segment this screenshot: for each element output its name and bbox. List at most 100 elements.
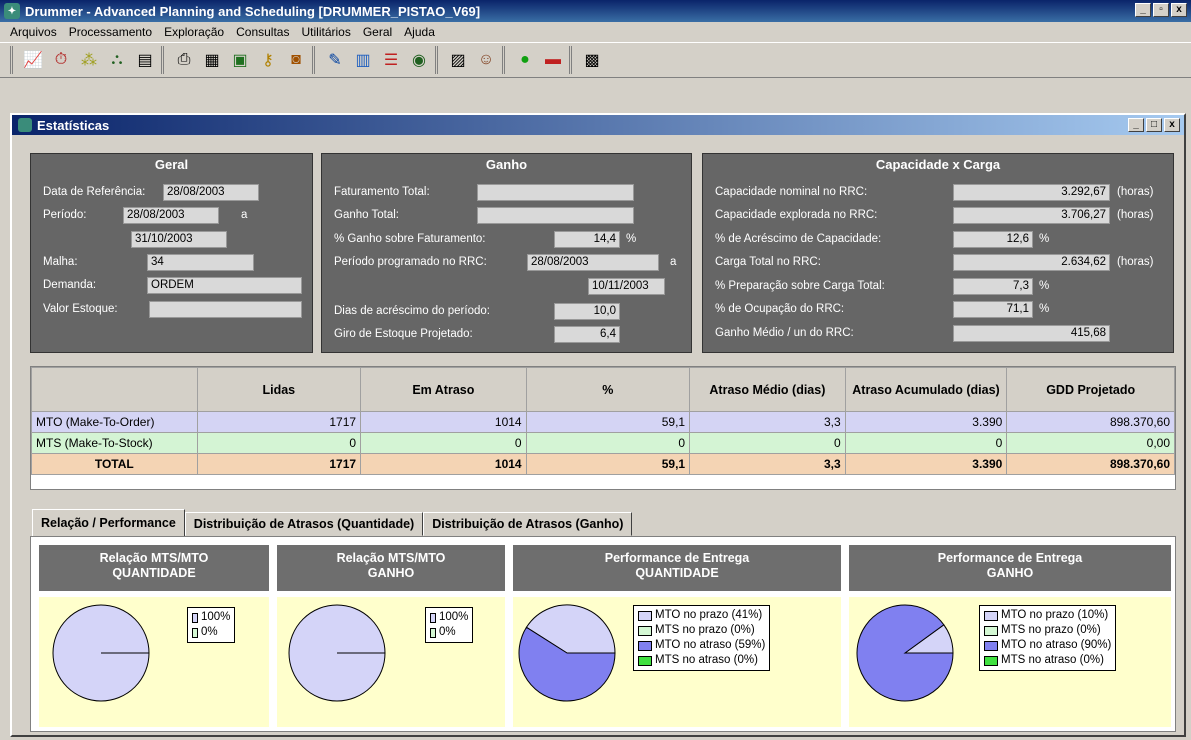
- header-atraso-medio[interactable]: Atraso Médio (dias): [689, 367, 846, 412]
- box-icon[interactable]: ◙: [284, 48, 308, 72]
- child-window-controls: _ □ x: [1128, 118, 1180, 132]
- legend-item: MTS no prazo (0%): [638, 623, 765, 638]
- header-em-atraso[interactable]: Em Atraso: [360, 367, 527, 412]
- table-cell: 1014: [360, 453, 527, 475]
- legend-label: MTO no prazo (10%): [1001, 609, 1109, 621]
- us-flag-icon[interactable]: ▬: [541, 48, 565, 72]
- explorada-unit: (horas): [1117, 209, 1154, 221]
- legend-label: 0%: [439, 626, 456, 638]
- edit-chart-icon[interactable]: ✎: [323, 48, 347, 72]
- close-button[interactable]: x: [1171, 3, 1187, 17]
- app-title-bar: ✦ Drummer - Advanced Planning and Schedu…: [0, 0, 1191, 22]
- calendar-icon[interactable]: ▨: [446, 48, 470, 72]
- chart-relacao-quantidade: Relação MTS/MTO QUANTIDADE 100% 0%: [39, 545, 269, 727]
- hierarchy-icon[interactable]: ⛬: [105, 48, 129, 72]
- periodo-rrc-a-label: a: [670, 256, 677, 268]
- periodo-fim-field: 31/10/2003: [131, 231, 227, 248]
- bar-chart-icon[interactable]: ▥: [351, 48, 375, 72]
- table-header-row: Lidas Em Atraso % Atraso Médio (dias) At…: [31, 367, 1175, 412]
- capacidade-panel: Capacidade x Carga Capacidade nominal no…: [702, 153, 1174, 353]
- legend-item: 100%: [192, 610, 230, 625]
- header-gdd-projetado[interactable]: GDD Projetado: [1006, 367, 1175, 412]
- legend-label: MTS no atraso (0%): [655, 654, 758, 666]
- carga-label: Carga Total no RRC:: [715, 256, 821, 268]
- giro-field: 6,4: [554, 326, 620, 343]
- restore-button[interactable]: ▫: [1153, 3, 1169, 17]
- menu-processamento[interactable]: Processamento: [63, 25, 158, 39]
- chart-title-line2: QUANTIDADE: [635, 566, 719, 580]
- ganho-total-field: [477, 207, 634, 224]
- menu-utilitarios[interactable]: Utilitários: [295, 25, 356, 39]
- menu-consultas[interactable]: Consultas: [230, 25, 295, 39]
- legend-label: 100%: [201, 611, 231, 623]
- chart-legend: MTO no prazo (41%) MTS no prazo (0%) MTO…: [633, 605, 771, 671]
- table-row-total[interactable]: TOTAL 1717 1014 59,1 3,3 3.390 898.370,6…: [31, 453, 1175, 475]
- users-icon[interactable]: ☺: [474, 48, 498, 72]
- acrescimo-field: 12,6: [953, 231, 1033, 248]
- network-icon[interactable]: ⁂: [77, 48, 101, 72]
- ganho-medio-field: 415,68: [953, 325, 1110, 342]
- chart-line-icon[interactable]: 📈: [21, 48, 45, 72]
- menu-arquivos[interactable]: Arquivos: [4, 25, 63, 39]
- table-row-mto[interactable]: MTO (Make-To-Order) 1717 1014 59,1 3,3 3…: [31, 411, 1175, 433]
- child-maximize-button[interactable]: □: [1146, 118, 1162, 132]
- menu-ajuda[interactable]: Ajuda: [398, 25, 441, 39]
- minimize-button[interactable]: _: [1135, 3, 1151, 17]
- child-minimize-button[interactable]: _: [1128, 118, 1144, 132]
- header-lidas[interactable]: Lidas: [196, 367, 362, 412]
- toolbar-group-3: ✎ ▥ ☰ ◉: [312, 46, 431, 74]
- periodo-a-label: a: [241, 209, 248, 221]
- pct-ganho-symbol: %: [626, 233, 637, 245]
- toolbar: 📈 ⏱ ⁂ ⛬ ▤ ⎙ ▦ ▣ ⚷ ◙ ✎ ▥ ☰ ◉ ▨ ☺ ● ▬ ▩: [0, 42, 1191, 78]
- ganho-panel: Ganho Faturamento Total: Ganho Total: % …: [321, 153, 692, 353]
- header-atraso-acumulado[interactable]: Atraso Acumulado (dias): [844, 367, 1008, 412]
- table-icon[interactable]: ▦: [200, 48, 224, 72]
- table-cell: 1014: [360, 411, 527, 433]
- periodo-inicio-field: 28/08/2003: [123, 207, 219, 224]
- table-cell: 59,1: [525, 411, 691, 433]
- dias-acrescimo-field: 10,0: [554, 303, 620, 320]
- tab-relacao-performance[interactable]: Relação / Performance: [32, 509, 185, 536]
- form-icon[interactable]: ▣: [228, 48, 252, 72]
- globe-network-icon[interactable]: ◉: [407, 48, 431, 72]
- header-pct[interactable]: %: [525, 367, 691, 412]
- gantt-icon[interactable]: ☰: [379, 48, 403, 72]
- geral-title: Geral: [154, 157, 189, 172]
- table-cell: 0: [689, 432, 846, 454]
- table-cell: 3.390: [844, 411, 1008, 433]
- drummer-app-icon: ✦: [4, 3, 20, 19]
- table-row-mts[interactable]: MTS (Make-To-Stock) 0 0 0 0 0 0,00: [31, 432, 1175, 454]
- clock-icon[interactable]: ⏱: [49, 48, 73, 72]
- chart-performance-ganho: Performance de Entrega GANHO MTO no praz…: [849, 545, 1171, 727]
- printer-icon[interactable]: ⎙: [172, 48, 196, 72]
- toolbar-group-1: 📈 ⏱ ⁂ ⛬ ▤: [10, 46, 157, 74]
- chart-body: MTO no prazo (10%) MTS no prazo (0%) MTO…: [849, 597, 1171, 727]
- table-cell: 59,1: [525, 453, 691, 475]
- table-cell: TOTAL: [31, 453, 198, 475]
- tab-distribuicao-quantidade[interactable]: Distribuição de Atrasos (Quantidade): [184, 512, 424, 536]
- summary-grid: Lidas Em Atraso % Atraso Médio (dias) At…: [30, 366, 1176, 490]
- app-window-controls: _ ▫ x: [1135, 3, 1187, 17]
- nominal-field: 3.292,67: [953, 184, 1110, 201]
- data-ref-label: Data de Referência:: [43, 186, 146, 198]
- tab-distribuicao-ganho[interactable]: Distribuição de Atrasos (Ganho): [423, 512, 633, 536]
- child-close-button[interactable]: x: [1164, 118, 1180, 132]
- brazil-flag-icon[interactable]: ●: [513, 48, 537, 72]
- menu-geral[interactable]: Geral: [357, 25, 398, 39]
- menu-exploracao[interactable]: Exploração: [158, 25, 230, 39]
- explorada-field: 3.706,27: [953, 207, 1110, 224]
- document-list-icon[interactable]: ▤: [133, 48, 157, 72]
- legend-swatch: [638, 625, 652, 636]
- ganho-title: Ganho: [485, 157, 528, 172]
- legend-item: MTO no prazo (41%): [638, 608, 765, 623]
- toolbar-group-4: ▨ ☺: [435, 46, 498, 74]
- chart-title: Performance de Entrega GANHO: [849, 545, 1171, 591]
- preparacao-label: % Preparação sobre Carga Total:: [715, 280, 885, 292]
- keys-icon[interactable]: ⚷: [256, 48, 280, 72]
- chart-title: Performance de Entrega QUANTIDADE: [513, 545, 841, 591]
- data-ref-field: 28/08/2003: [163, 184, 259, 201]
- chart-body: 100% 0%: [39, 597, 269, 727]
- legend-swatch: [638, 640, 652, 651]
- legend-item: MTO no prazo (10%): [984, 608, 1111, 623]
- calculator-icon[interactable]: ▩: [580, 48, 604, 72]
